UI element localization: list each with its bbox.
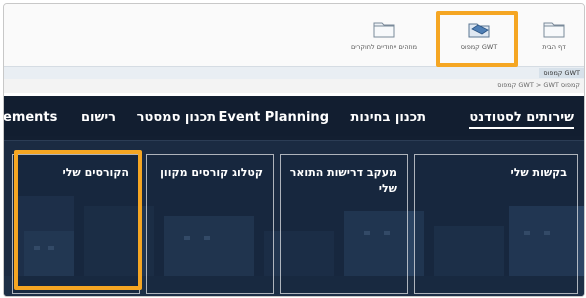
highlight-my-courses: [14, 150, 142, 290]
tile-my-requests[interactable]: בקשות שלי: [414, 154, 578, 294]
nav-semester-planning[interactable]: תכנון סמסטר: [137, 110, 216, 125]
main-nav: שירותים לסטודנט תכנון בחינות Event Plann…: [4, 96, 584, 141]
tile-label: מעקב דרישות התואר שלי: [289, 166, 397, 195]
researchers-label: מוזהים ייחודיים לחוקרים: [350, 43, 418, 51]
nav-event-planning[interactable]: Event Planning: [219, 110, 329, 125]
nav-student-services[interactable]: שירותים לסטודנט: [469, 110, 574, 129]
tile-label: בקשות שלי: [510, 166, 567, 179]
screenshot-frame: דף הבית קמפוס GWT מוזהים ייחודיים לחוקרי…: [3, 3, 585, 297]
nav-exam-planning[interactable]: תכנון בחינות: [350, 110, 426, 125]
tile-label: קטלוג קורסים מקוון: [160, 166, 263, 179]
breadcrumb-path[interactable]: קמפוס GWT > GWT קמפוס: [497, 81, 580, 89]
home-button[interactable]: דף הבית: [519, 18, 584, 62]
folder-icon: [373, 22, 395, 38]
home-label: דף הבית: [542, 43, 566, 51]
folder-icon: [543, 22, 565, 38]
breadcrumb: קמפוס GWT > GWT קמפוס: [4, 79, 584, 93]
nav-registration[interactable]: רישום: [81, 110, 116, 125]
nav-announcements[interactable]: ements: [4, 110, 57, 125]
context-strip: קמפוס GWT: [4, 66, 584, 79]
context-tag: קמפוס GWT: [539, 68, 584, 78]
highlight-gwt-campus: [436, 11, 518, 67]
tile-degree-tracking[interactable]: מעקב דרישות התואר שלי: [280, 154, 408, 294]
tile-course-catalog[interactable]: קטלוג קורסים מקוון: [146, 154, 274, 294]
researchers-button[interactable]: מוזהים ייחודיים לחוקרים: [342, 18, 426, 62]
